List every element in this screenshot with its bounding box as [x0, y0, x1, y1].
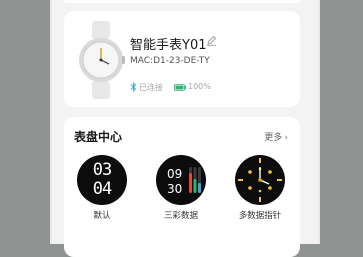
watch-face-label: 多数据指针: [238, 211, 282, 221]
watch-face-label: 三彩数据: [163, 211, 198, 221]
more-label: 更多: [264, 133, 283, 143]
watch-face-center-card: 表盘中心 更多 › 03 04 默认 09 30 三彩数据 多数据指针: [64, 117, 300, 257]
face-hour: 09: [167, 167, 182, 181]
device-name: 智能手表Y01: [130, 38, 207, 53]
face-decoration: [238, 158, 282, 202]
face-minute: 30: [167, 182, 182, 196]
edit-icon[interactable]: [206, 35, 217, 46]
watch-face-preview: 09 30: [156, 155, 206, 205]
watch-face-multi-data-pointer[interactable]: 多数据指针: [229, 155, 291, 221]
screen-edge: [50, 0, 52, 244]
screen-edge: [318, 0, 320, 244]
chevron-right-icon: ›: [284, 133, 288, 143]
more-link[interactable]: 更多 ›: [264, 130, 288, 143]
face-digits-top: 03: [92, 160, 112, 180]
face-digits-bottom: 04: [92, 179, 112, 199]
face-digits: 03 04: [85, 161, 119, 199]
watch-face-label: 默认: [93, 211, 111, 221]
connection-status: 已连接: [139, 83, 163, 92]
watch-face-preview: 03 04: [77, 155, 127, 205]
face-decoration: 09 30: [167, 167, 201, 196]
mac-address: MAC:D1-23-DE-TY: [130, 56, 210, 66]
section-title: 表盘中心: [74, 130, 123, 144]
top-card-strip: [64, 0, 300, 3]
watch-face-default[interactable]: 03 04 默认: [71, 155, 133, 221]
watch-face-tricolor-data[interactable]: 09 30 三彩数据: [150, 155, 212, 221]
device-card[interactable]: 智能手表Y01 MAC:D1-23-DE-TY 已连接 100%: [64, 11, 300, 107]
battery-level: 100%: [188, 82, 211, 91]
bluetooth-icon: [130, 82, 137, 92]
battery-icon: [174, 84, 186, 91]
watch-face-preview: [235, 155, 285, 205]
watch-image: [79, 21, 125, 99]
